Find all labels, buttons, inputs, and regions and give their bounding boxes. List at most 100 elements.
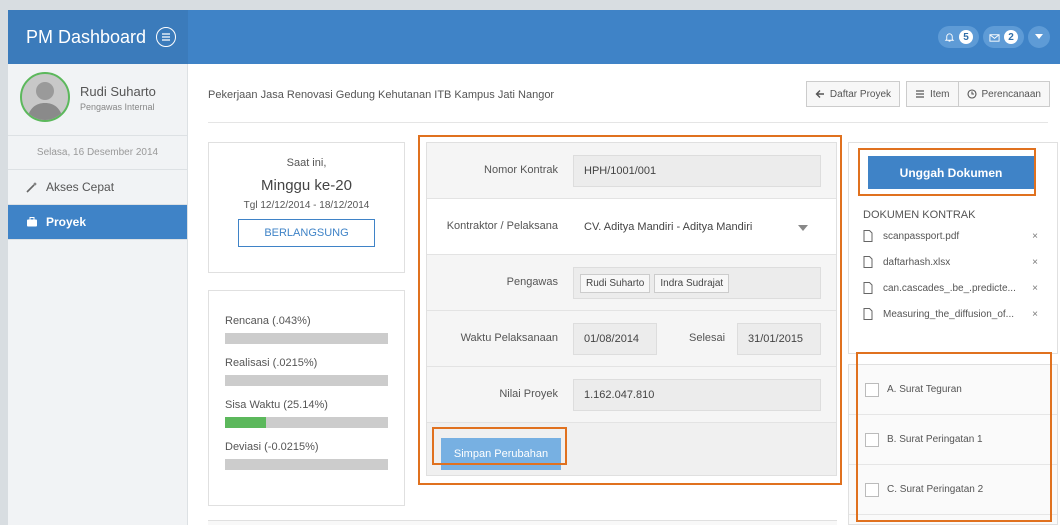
- warning-letters-card: A. Surat Teguran B. Surat Peringatan 1 C…: [848, 364, 1058, 525]
- project-value-label: Nilai Proyek: [499, 388, 558, 400]
- messages-button[interactable]: 2: [983, 26, 1024, 48]
- document-name: can.cascades_.be_.predicte...: [883, 282, 1016, 294]
- contractor-selected-value: CV. Aditya Mandiri - Aditya Mandiri: [584, 221, 753, 233]
- top-navbar: PM Dashboard 5 2: [8, 10, 1060, 64]
- progress-label-realisasi: Realisasi (.0215%): [225, 357, 318, 369]
- header-actions: Daftar Proyek Item Perencanaan: [805, 81, 1050, 107]
- checkbox[interactable]: [865, 432, 879, 447]
- user-dropdown-button[interactable]: [1028, 26, 1050, 48]
- end-label: Selesai: [689, 332, 726, 344]
- form-row-contractor: Kontraktor / Pelaksana CV. Aditya Mandir…: [427, 199, 836, 255]
- week-date-range: Tgl 12/12/2014 - 18/12/2014: [243, 200, 370, 211]
- app-title: PM Dashboard: [26, 26, 147, 47]
- document-item[interactable]: can.cascades_.be_.predicte... ×: [863, 282, 1038, 294]
- progress-label-deviasi: Deviasi (-0.0215%): [225, 441, 319, 453]
- remove-document-button[interactable]: ×: [1026, 309, 1038, 320]
- progress-bar-rencana: [225, 333, 388, 344]
- contractor-select[interactable]: CV. Aditya Mandiri - Aditya Mandiri: [573, 211, 821, 243]
- form-row-value: Nilai Proyek 1.162.047.810: [427, 367, 836, 423]
- remove-document-button[interactable]: ×: [1026, 283, 1038, 294]
- progress-bar-realisasi: [225, 375, 388, 386]
- project-list-button[interactable]: Daftar Proyek: [805, 81, 901, 107]
- contractor-label: Kontraktor / Pelaksana: [446, 220, 558, 232]
- end-date-input[interactable]: 31/01/2015: [737, 323, 821, 355]
- remove-document-button[interactable]: ×: [1026, 257, 1038, 268]
- progress-label-sisa-waktu: Sisa Waktu (25.14%): [225, 399, 328, 411]
- supervisor-tag[interactable]: Rudi Suharto: [580, 273, 651, 293]
- notifications-button[interactable]: 5: [938, 26, 979, 48]
- file-icon: [863, 282, 873, 294]
- item-button[interactable]: Item: [906, 81, 959, 107]
- project-value-input[interactable]: 1.162.047.810: [573, 379, 821, 411]
- document-name: daftarhash.xlsx: [883, 256, 951, 268]
- progress-bar-sisa-waktu: [225, 417, 388, 428]
- sidebar-item-akses-cepat[interactable]: Akses Cepat: [8, 170, 187, 205]
- document-item[interactable]: daftarhash.xlsx ×: [863, 256, 1038, 268]
- clock-icon: [966, 89, 977, 99]
- contract-number-label: Nomor Kontrak: [484, 164, 558, 176]
- notification-count-badge: 5: [959, 30, 973, 44]
- contract-form: Nomor Kontrak HPH/1001/001 Kontraktor / …: [426, 142, 837, 476]
- period-label: Waktu Pelaksanaan: [460, 332, 558, 344]
- form-row-contract-number: Nomor Kontrak HPH/1001/001: [427, 143, 836, 199]
- document-name: Measuring_the_diffusion_of...: [883, 308, 1015, 320]
- status-now-label: Saat ini,: [286, 157, 327, 169]
- main-content: Pekerjaan Jasa Renovasi Gedung Kehutanan…: [188, 64, 1060, 525]
- planning-label: Perencanaan: [981, 88, 1042, 100]
- avatar: [20, 72, 70, 122]
- user-profile: Rudi Suharto Pengawas Internal: [8, 64, 187, 136]
- remove-document-button[interactable]: ×: [1026, 231, 1038, 242]
- user-name: Rudi Suharto: [80, 84, 156, 99]
- contract-number-input[interactable]: HPH/1001/001: [573, 155, 821, 187]
- caret-down-icon: [798, 225, 808, 231]
- project-status-card: Saat ini, Minggu ke-20 Tgl 12/12/2014 - …: [208, 142, 405, 273]
- letter-option-b[interactable]: B. Surat Peringatan 1: [849, 415, 1057, 465]
- file-icon: [863, 308, 873, 320]
- supervisor-tag[interactable]: Indra Sudrajat: [654, 273, 730, 293]
- sidebar-item-label: Akses Cepat: [46, 180, 115, 194]
- start-date-input[interactable]: 01/08/2014: [573, 323, 657, 355]
- sidebar: Rudi Suharto Pengawas Internal Selasa, 1…: [8, 64, 188, 525]
- letter-label: B. Surat Peringatan 1: [887, 434, 983, 445]
- checkbox[interactable]: [865, 482, 879, 497]
- checkbox[interactable]: [865, 382, 879, 397]
- sidebar-item-label: Proyek: [46, 215, 87, 229]
- user-silhouette-icon: [27, 82, 63, 120]
- list-icon: [916, 90, 925, 98]
- current-week: Minggu ke-20: [261, 177, 352, 194]
- item-label: Item: [930, 88, 950, 100]
- progress-bar-deviasi: [225, 459, 388, 470]
- letter-option-c[interactable]: C. Surat Peringatan 2: [849, 465, 1057, 515]
- document-item[interactable]: scanpassport.pdf ×: [863, 230, 1038, 242]
- progress-card: Rencana (.043%) Realisasi (.0215%) Sisa …: [208, 290, 405, 506]
- letter-option-a[interactable]: A. Surat Teguran: [849, 365, 1057, 415]
- file-icon: [863, 230, 873, 242]
- magic-wand-icon: [26, 182, 37, 193]
- form-footer: Simpan Perubahan: [427, 423, 836, 475]
- user-role: Pengawas Internal: [80, 102, 155, 112]
- message-count-badge: 2: [1004, 30, 1018, 44]
- menu-toggle-button[interactable]: [156, 27, 177, 47]
- letter-label: A. Surat Teguran: [887, 384, 962, 395]
- planning-button[interactable]: Perencanaan: [958, 81, 1050, 107]
- document-item[interactable]: Measuring_the_diffusion_of... ×: [863, 308, 1038, 320]
- arrow-left-icon: [815, 90, 824, 98]
- hamburger-icon: [162, 33, 171, 41]
- documents-heading: DOKUMEN KONTRAK: [863, 209, 976, 221]
- envelope-icon: [989, 33, 1000, 42]
- file-icon: [863, 256, 873, 268]
- upload-document-button[interactable]: Unggah Dokumen: [868, 156, 1034, 189]
- form-row-supervisor: Pengawas Rudi Suharto Indra Sudrajat: [427, 255, 836, 311]
- caret-down-icon: [1035, 34, 1043, 39]
- bottom-panel-edge: [208, 520, 837, 525]
- brand: PM Dashboard: [8, 10, 188, 64]
- letter-label: C. Surat Peringatan 2: [887, 484, 984, 495]
- supervisor-label: Pengawas: [506, 276, 558, 288]
- supervisor-tags-input[interactable]: Rudi Suharto Indra Sudrajat: [573, 267, 821, 299]
- app-frame: PM Dashboard 5 2 Rudi Suharto Pengawas I…: [8, 10, 1060, 525]
- project-list-label: Daftar Proyek: [829, 88, 892, 100]
- current-date: Selasa, 16 Desember 2014: [8, 136, 187, 170]
- sidebar-item-proyek[interactable]: Proyek: [8, 205, 187, 240]
- save-changes-button[interactable]: Simpan Perubahan: [441, 438, 561, 470]
- page-title: Pekerjaan Jasa Renovasi Gedung Kehutanan…: [208, 89, 555, 101]
